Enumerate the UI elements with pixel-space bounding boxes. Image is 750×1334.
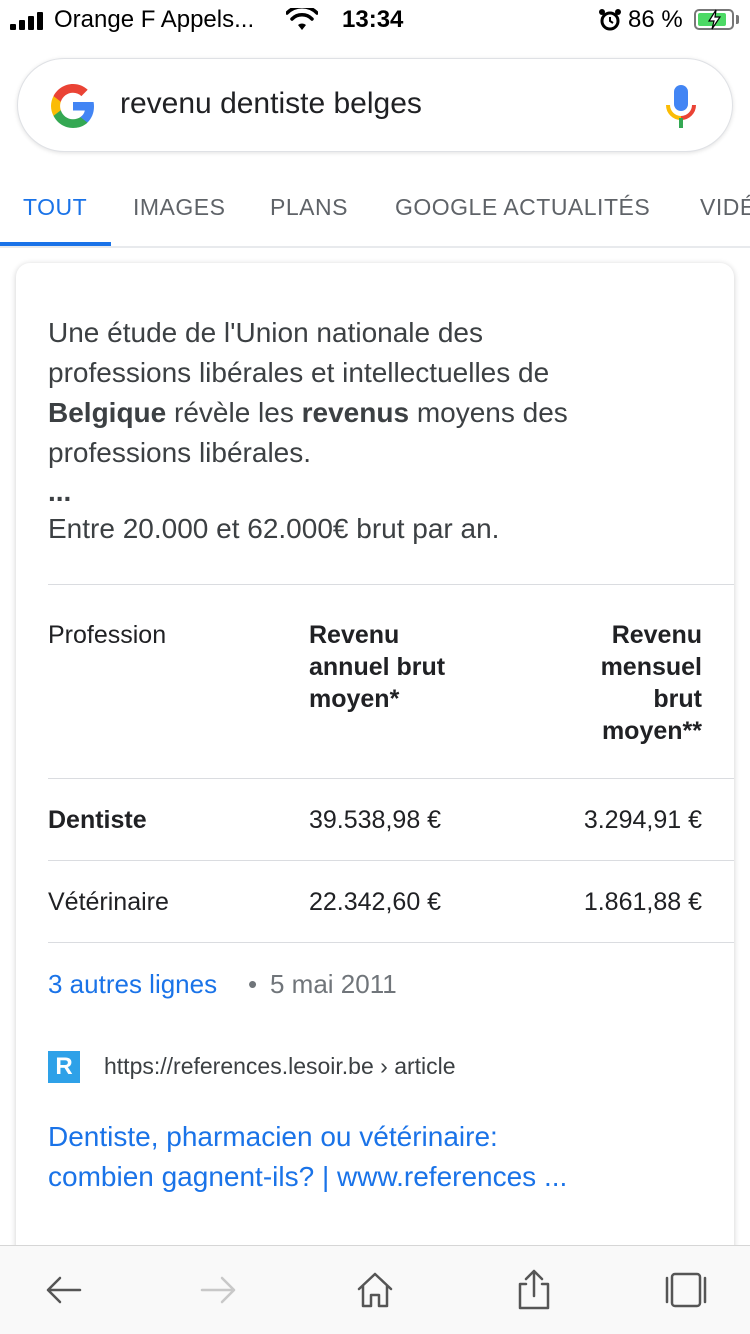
snippet-text: Une étude de l'Union nationale des profe… [48, 313, 688, 511]
carrier-name: Orange F Appels... [54, 6, 255, 33]
header-line: mensuel [600, 653, 702, 681]
header-profession: Profession [48, 621, 167, 649]
tab-videos[interactable]: VIDÉ [700, 194, 750, 221]
battery-percent: 86 % [628, 6, 683, 33]
result-title-link[interactable]: Dentiste, pharmacien ou vétérinaire: com… [48, 1117, 698, 1197]
featured-snippet-card: Une étude de l'Union nationale des profe… [16, 263, 734, 1263]
header-line: annuel brut [309, 653, 446, 681]
search-box[interactable] [17, 58, 733, 152]
snippet-line: professions libérales. [48, 437, 312, 468]
header-line: Revenu [611, 621, 702, 649]
header-line: Revenu [309, 621, 400, 649]
result-url[interactable]: https://references.lesoir.be › article [104, 1053, 456, 1080]
browser-toolbar [0, 1245, 750, 1334]
back-icon[interactable] [42, 1268, 86, 1312]
header-line: moyen** [601, 717, 702, 745]
cell-monthly: 3.294,91 € [583, 806, 702, 834]
mic-icon[interactable] [664, 83, 698, 131]
site-favicon: R [48, 1051, 80, 1083]
search-input[interactable] [120, 87, 640, 121]
snippet-line: Belgique révèle les revenus moyens des [48, 393, 688, 433]
snippet-text-part: moyens des [409, 397, 568, 428]
clock: 13:34 [342, 6, 404, 33]
cell-monthly: 1.861,88 € [583, 888, 702, 916]
tab-google-actualites[interactable]: GOOGLE ACTUALITÉS [395, 194, 650, 221]
header-monthly: Revenu mensuel brut moyen** [601, 619, 702, 747]
snippet-ellipsis: ... [48, 476, 72, 507]
header-annual: Revenu annuel brut moyen* [309, 619, 445, 715]
snippet-line: professions libérales et intellectuelles… [48, 357, 550, 388]
search-tabs: TOUT IMAGES PLANS GOOGLE ACTUALITÉS VIDÉ [0, 178, 750, 248]
header-line: moyen* [309, 685, 400, 713]
snippet-range: Entre 20.000 et 62.000€ brut par an. [48, 513, 500, 544]
divider [48, 778, 734, 779]
divider [48, 942, 734, 943]
snippet-text-part: révèle les [166, 397, 302, 428]
snippet-line: Une étude de l'Union nationale des [48, 317, 483, 348]
signal-icon [10, 12, 43, 30]
tab-plans[interactable]: PLANS [270, 194, 348, 221]
active-tab-indicator [0, 242, 111, 246]
snippet-bold: revenus [301, 397, 410, 428]
alarm-icon [599, 9, 621, 31]
tab-tout[interactable]: TOUT [23, 194, 87, 221]
google-g-logo [51, 84, 94, 128]
battery-nub [736, 15, 739, 24]
snippet-bold: Belgique [48, 397, 167, 428]
cell-annual: 22.342,60 € [309, 888, 442, 916]
cell-annual: 39.538,98 € [309, 806, 442, 834]
wifi-icon [286, 8, 318, 30]
charging-bolt-icon [707, 9, 722, 30]
snippet-date: 5 mai 2011 [270, 969, 397, 999]
share-icon[interactable] [512, 1268, 556, 1312]
status-bar: Orange F Appels... 13:34 86 % [0, 0, 750, 40]
result-title-line[interactable]: combien gagnent-ils? | www.references ..… [48, 1157, 698, 1197]
result-title-line[interactable]: Dentiste, pharmacien ou vétérinaire: [48, 1117, 698, 1157]
divider [48, 584, 734, 585]
separator-dot: • [248, 969, 258, 999]
cell-profession: Vétérinaire [48, 888, 169, 916]
tabs-icon[interactable] [664, 1268, 708, 1312]
forward-icon[interactable] [196, 1268, 240, 1312]
more-rows-link[interactable]: 3 autres lignes [48, 969, 217, 1000]
header-line: brut [653, 685, 702, 713]
tab-images[interactable]: IMAGES [133, 194, 225, 221]
home-icon[interactable] [353, 1268, 397, 1312]
cell-profession: Dentiste [48, 806, 147, 834]
divider [48, 860, 734, 861]
